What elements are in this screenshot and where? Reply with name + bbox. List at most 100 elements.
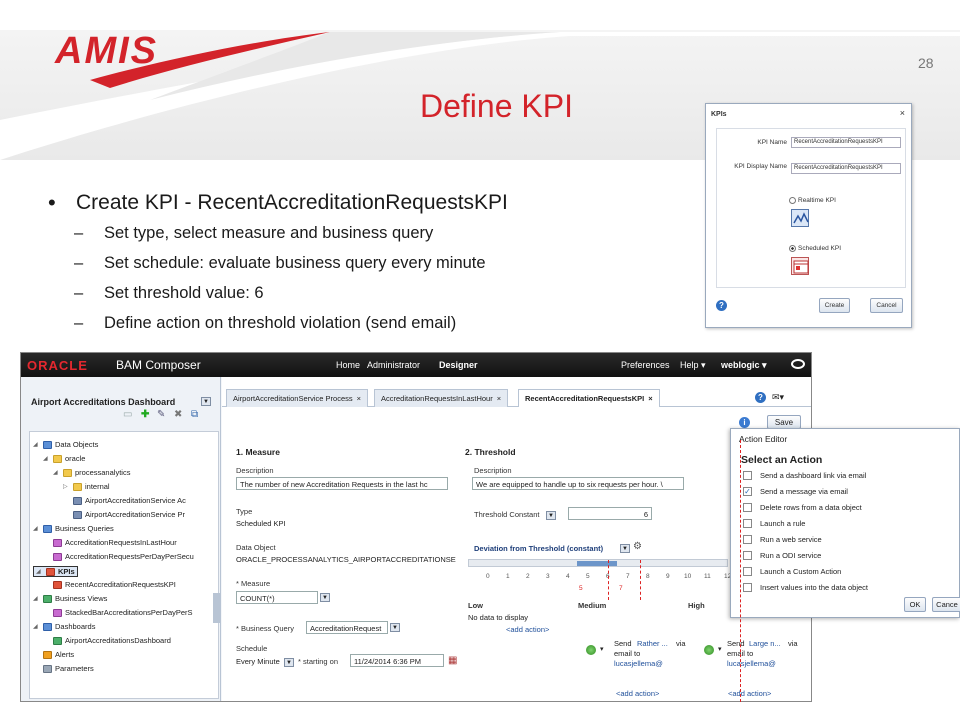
- tree-item[interactable]: ◢ Data Objects: [33, 440, 98, 449]
- action-option[interactable]: Send a dashboard link via email: [743, 471, 866, 480]
- checkbox[interactable]: [743, 471, 752, 480]
- nav-administrator[interactable]: Administrator: [367, 360, 420, 370]
- medium-add-action-link[interactable]: <add action>: [616, 689, 659, 698]
- tree-item[interactable]: ◢ Dashboards: [33, 622, 95, 631]
- tab-process[interactable]: AirportAccreditationService Process ×: [226, 389, 369, 407]
- delete-icon[interactable]: ✖: [174, 409, 182, 420]
- chevron-down-icon[interactable]: ▼: [201, 397, 211, 406]
- chevron-down-icon[interactable]: ▼: [284, 658, 294, 667]
- nav-help[interactable]: Help ▾: [680, 360, 706, 371]
- collapse-triangle-icon[interactable]: ◢: [33, 623, 40, 630]
- schedule-value[interactable]: Every Minute: [236, 657, 280, 666]
- new-icon[interactable]: ▭: [123, 409, 132, 420]
- collapse-triangle-icon[interactable]: ◢: [33, 595, 40, 602]
- action-option[interactable]: ✓ Send a message via email: [743, 487, 848, 496]
- tree-item[interactable]: ◢ Business Queries: [33, 524, 114, 533]
- tree-item[interactable]: AirportAccreditationService Ac: [73, 496, 186, 505]
- collapse-triangle-icon[interactable]: ◢: [43, 455, 50, 462]
- tree-item[interactable]: RecentAccreditationRequestsKPI: [53, 580, 176, 589]
- nav-home[interactable]: Home: [336, 360, 360, 370]
- add-icon[interactable]: ✚: [141, 409, 149, 420]
- deviation-slider[interactable]: [468, 559, 728, 567]
- tree-item[interactable]: AirportAccreditationsDashboard: [53, 636, 171, 645]
- save-button[interactable]: Save: [767, 415, 801, 429]
- chevron-down-icon[interactable]: ▼: [546, 511, 556, 520]
- collapse-triangle-icon[interactable]: ◢: [33, 525, 40, 532]
- tree-item[interactable]: ▷ internal: [63, 482, 110, 491]
- tree-item[interactable]: AccreditationRequestsInLastHour: [53, 538, 177, 547]
- collapse-triangle-icon[interactable]: ◢: [33, 441, 40, 448]
- close-icon[interactable]: ×: [900, 108, 905, 118]
- scheduled-kpi-radio[interactable]: Scheduled KPI: [789, 245, 841, 252]
- starting-on-field[interactable]: 11/24/2014 6:36 PM: [350, 654, 444, 667]
- add-action-link[interactable]: <add action>: [506, 625, 549, 634]
- close-icon[interactable]: ×: [357, 394, 361, 403]
- chevron-down-icon[interactable]: ▼: [620, 544, 630, 553]
- tab-business-query[interactable]: AccreditationRequestsInLastHour ×: [374, 389, 509, 407]
- collapse-triangle-icon[interactable]: ◢: [36, 568, 43, 575]
- measure-description-field[interactable]: The number of new Accreditation Requests…: [236, 477, 448, 490]
- business-query-select[interactable]: AccreditationRequest: [306, 621, 388, 634]
- chevron-down-icon[interactable]: ▼: [390, 623, 400, 632]
- help-icon[interactable]: ?: [716, 300, 727, 311]
- action-option[interactable]: Delete rows from a data object: [743, 503, 862, 512]
- nav-user[interactable]: weblogic ▾: [721, 360, 767, 371]
- realtime-kpi-radio[interactable]: Realtime KPI: [789, 197, 836, 204]
- cancel-button[interactable]: Cancel: [870, 298, 903, 313]
- checkbox-checked[interactable]: ✓: [743, 487, 752, 496]
- medium-message-link[interactable]: Rather ...: [637, 639, 668, 648]
- tab-kpi[interactable]: RecentAccreditationRequestsKPI ×: [518, 389, 660, 407]
- threshold-description-field[interactable]: We are equipped to handle up to six requ…: [472, 477, 684, 490]
- kpi-display-name-field[interactable]: RecentAccreditationRequestsKPI: [791, 163, 901, 174]
- action-option[interactable]: Launch a rule: [743, 519, 805, 528]
- calendar-icon[interactable]: ▦: [448, 655, 457, 666]
- kpis-icon: [46, 567, 55, 576]
- gear-icon[interactable]: ⚙: [633, 541, 642, 552]
- action-option[interactable]: Insert values into the data object: [743, 583, 868, 592]
- checkbox[interactable]: [743, 519, 752, 528]
- checkbox[interactable]: [743, 551, 752, 560]
- checkbox[interactable]: [743, 535, 752, 544]
- nav-designer[interactable]: Designer: [439, 360, 478, 370]
- collapse-triangle-icon[interactable]: ◢: [53, 469, 60, 476]
- tree-item-selected[interactable]: ◢ KPIs: [33, 566, 78, 577]
- chevron-down-icon[interactable]: ▼: [320, 593, 330, 602]
- cancel-button[interactable]: Cance: [932, 597, 960, 612]
- high-add-action-link[interactable]: <add action>: [728, 689, 771, 698]
- checkbox[interactable]: [743, 503, 752, 512]
- tree-item[interactable]: ◢ Business Views: [33, 594, 107, 603]
- close-icon[interactable]: ×: [497, 394, 501, 403]
- high-message-link[interactable]: Large n...: [749, 639, 781, 648]
- edit-icon[interactable]: ✎: [157, 409, 165, 420]
- checkbox[interactable]: [743, 583, 752, 592]
- chevron-down-icon[interactable]: ▾: [600, 645, 604, 653]
- chevron-down-icon[interactable]: ▾: [718, 645, 722, 653]
- tree-item[interactable]: StackedBarAccreditationsPerDayPerS: [53, 608, 193, 617]
- info-icon[interactable]: i: [739, 417, 750, 428]
- measure-select[interactable]: COUNT(*): [236, 591, 318, 604]
- expand-triangle-icon[interactable]: ▷: [63, 483, 70, 490]
- tree-item[interactable]: ◢ oracle: [43, 454, 85, 463]
- tree-item[interactable]: AirportAccreditationService Pr: [73, 510, 185, 519]
- action-option[interactable]: Launch a Custom Action: [743, 567, 841, 576]
- high-recipient-link[interactable]: lucasjellema@: [727, 659, 776, 668]
- slider-range[interactable]: [577, 561, 617, 566]
- tree-item[interactable]: Parameters: [43, 664, 94, 673]
- help-icon[interactable]: ?: [755, 392, 766, 403]
- medium-recipient-link[interactable]: lucasjellema@: [614, 659, 663, 668]
- tree-item[interactable]: ◢ processanalytics: [53, 468, 130, 477]
- tree-item[interactable]: AccreditationRequestsPerDayPerSecu: [53, 552, 194, 561]
- action-option[interactable]: Run a ODI service: [743, 551, 821, 560]
- close-icon[interactable]: ×: [648, 394, 652, 403]
- tree-item[interactable]: Alerts: [43, 650, 74, 659]
- threshold-constant-field[interactable]: 6: [568, 507, 652, 520]
- checkbox[interactable]: [743, 567, 752, 576]
- nav-preferences[interactable]: Preferences: [621, 360, 670, 370]
- create-button[interactable]: Create: [819, 298, 850, 313]
- action-option[interactable]: Run a web service: [743, 535, 822, 544]
- scrollbar[interactable]: [213, 593, 220, 623]
- mail-icon[interactable]: ✉▾: [772, 392, 784, 403]
- ok-button[interactable]: OK: [904, 597, 926, 612]
- copy-icon[interactable]: ⧉: [191, 409, 198, 420]
- kpi-name-field[interactable]: RecentAccreditationRequestsKPI: [791, 137, 901, 148]
